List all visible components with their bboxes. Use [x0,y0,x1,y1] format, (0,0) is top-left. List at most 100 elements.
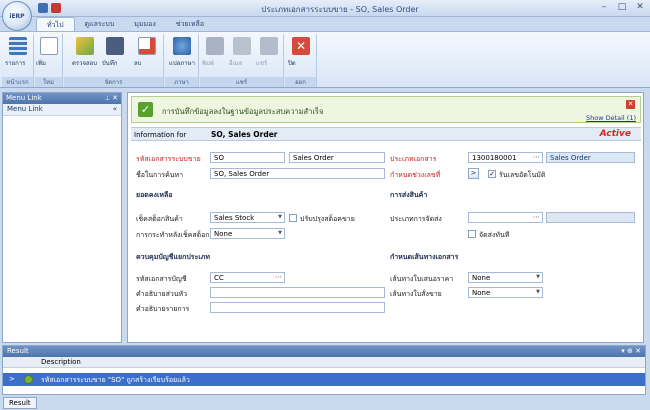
minimize-button[interactable]: – [598,2,610,12]
new-document-icon [40,37,58,55]
group-home: รายการ หน้าแรก [2,34,34,87]
auto-number-checkbox[interactable]: ✓ [488,170,496,178]
ship-now-label: จัดส่งทันที [479,231,510,239]
header-desc-label: คำอธิบายส่วนหัว [136,290,188,298]
order-route-label: เส้นทางใบสั่งขาย [390,290,442,298]
order-route-select[interactable]: None ▼ [468,287,543,298]
close-icon: ✕ [292,37,310,55]
auto-number-label: รันเลขอัตโนมัติ [499,171,546,179]
translate-button[interactable]: แปลภาษา [169,37,195,67]
doc-type-name-field[interactable]: Sales Order [289,152,385,163]
group-exit: ✕ ปิด ออก [285,34,317,87]
menu-link-item-label: Menu Link [7,105,43,113]
item-desc-field[interactable] [210,302,385,313]
print-button[interactable]: พิมพ์ [202,37,228,67]
result-tab[interactable]: Result [3,397,37,409]
search-name-label: ชื่อในการค้นหา [136,171,184,179]
close-form-button[interactable]: ✕ ปิด [288,37,314,67]
result-panel-controls[interactable]: ▾ ⊕ ✕ [621,347,641,356]
email-button[interactable]: อีเมล [229,37,255,67]
dropdown-arrow-icon: ▼ [536,274,540,280]
translate-icon [173,37,191,55]
quote-route-select[interactable]: None ▼ [468,272,543,283]
result-row-text: รหัสเอกสารระบบขาย "SO" ถูกสร้างเรียบร้อย… [41,376,190,384]
tab-help[interactable]: ช่วยเหลือ [166,17,214,31]
banner-close-icon[interactable]: ✕ [626,100,635,109]
dropdown-arrow-icon: ▼ [278,214,282,220]
section-route: กำหนดเส้นทางเอกสาร [390,253,459,261]
app-menu-button[interactable]: iERP [2,1,32,31]
menu-link-header: Menu Link ⊥ ✕ [3,93,121,104]
account-code-field[interactable]: CC ⋯ [210,272,285,283]
delivery-type-label: ประเภทการจัดส่ง [390,215,442,223]
ribbon: รายการ หน้าแรก เพิ่ม ใหม่ ตรวจสอบ บันทึก… [0,31,650,88]
success-message: การบันทึกข้อมูลลงในฐานข้อมูลประสบความสำเ… [162,107,324,116]
result-header: Result ▾ ⊕ ✕ [3,346,645,357]
ship-now-checkbox[interactable] [468,230,476,238]
new-button[interactable]: เพิ่ม [36,37,62,67]
tab-general[interactable]: ทั่วไป [36,17,75,31]
result-column-header: Description [3,357,645,368]
window-title: ประเภทเอกสารระบบขาย - SO, Sales Order [261,5,419,14]
printer-icon [206,37,224,55]
lookup-icon[interactable]: ⋯ [275,273,282,281]
table-row[interactable]: > รหัสเอกสารระบบขาย "SO" ถูกสร้างเรียบร้… [3,373,645,386]
close-window-button[interactable]: ✕ [634,2,646,12]
running-number-label: กำหนดช่วงเลขที่ [390,171,441,179]
stock-check-select[interactable]: Sales Stock ▼ [210,212,285,223]
info-bar: Information for SO, Sales Order Active [131,127,641,141]
group-manage: ตรวจสอบ บันทึก ลบ จัดการ [64,34,164,87]
show-detail-link[interactable]: Show Detail (1) [586,114,636,122]
after-check-label: การกระทำหลังเช็คสต็อก [136,231,210,239]
section-balance: ยอดคงเหลือ [136,191,173,199]
description-column[interactable]: Description [41,358,81,366]
item-desc-label: คำอธิบายรายการ [136,305,190,313]
success-status-icon [24,375,33,384]
collapse-icon[interactable]: « [113,105,117,114]
after-check-select[interactable]: None ▼ [210,228,285,239]
lookup-icon[interactable]: ⋯ [533,153,540,161]
save-button[interactable]: บันทึก [102,37,128,67]
group-language: แปลภาษา ภาษา [165,34,199,87]
menu-link-panel: Menu Link ⊥ ✕ Menu Link « [2,92,122,343]
doc-category-label: ประเภทเอกสาร [390,155,437,163]
doc-category-code-field[interactable]: 1300180001 ⋯ [468,152,543,163]
delete-button[interactable]: ลบ [134,37,160,67]
app-logo-text: iERP [9,12,25,20]
row-marker: > [9,375,15,383]
section-account: ควบคุมบัญชีแยกประเภท [136,253,210,261]
tab-admin[interactable]: ดูแลระบบ [75,17,125,31]
lookup-icon[interactable]: ⋯ [533,213,540,221]
pin-icon[interactable]: ⊥ [105,95,110,102]
delivery-type-name-field [546,212,635,223]
share-button[interactable]: แชร์ [256,37,282,67]
quick-save-icon[interactable] [38,3,48,13]
doc-category-name-field: Sales Order [546,152,635,163]
info-label: Information for [134,131,187,139]
maximize-button[interactable]: □ [616,2,628,12]
title-bar: iERP ประเภทเอกสารระบบขาย - SO, Sales Ord… [0,0,650,31]
delete-document-icon [138,37,156,55]
header-desc-field[interactable] [210,287,385,298]
delivery-type-field[interactable]: ⋯ [468,212,543,223]
menu-link-title: Menu Link [6,94,42,102]
running-number-button[interactable]: > [468,168,479,179]
result-panel: Result ▾ ⊕ ✕ Description > รหัสเอกสารระบ… [2,345,646,395]
doc-type-label: รหัสเอกสารระบบขาย [136,155,201,163]
search-name-field[interactable]: SO, Sales Order [210,168,385,179]
menu-link-item[interactable]: Menu Link « [3,104,121,116]
doc-type-code-field[interactable]: SO [210,152,285,163]
result-title: Result [7,347,29,355]
success-check-icon: ✓ [138,102,153,117]
grid-icon [9,37,27,55]
quick-delete-icon[interactable] [51,3,61,13]
tab-view[interactable]: มุมมอง [124,17,165,31]
quote-route-label: เส้นทางใบเสนอราคา [390,275,454,283]
list-button[interactable]: รายการ [5,37,31,67]
panel-close-icon[interactable]: ✕ [112,94,118,102]
adjust-stock-checkbox[interactable] [289,214,297,222]
status-active: Active [599,129,631,139]
info-value: SO, Sales Order [211,130,278,139]
check-button[interactable]: ตรวจสอบ [72,37,98,67]
ribbon-tabs: ทั่วไป ดูแลระบบ มุมมอง ช่วยเหลือ [36,17,214,31]
